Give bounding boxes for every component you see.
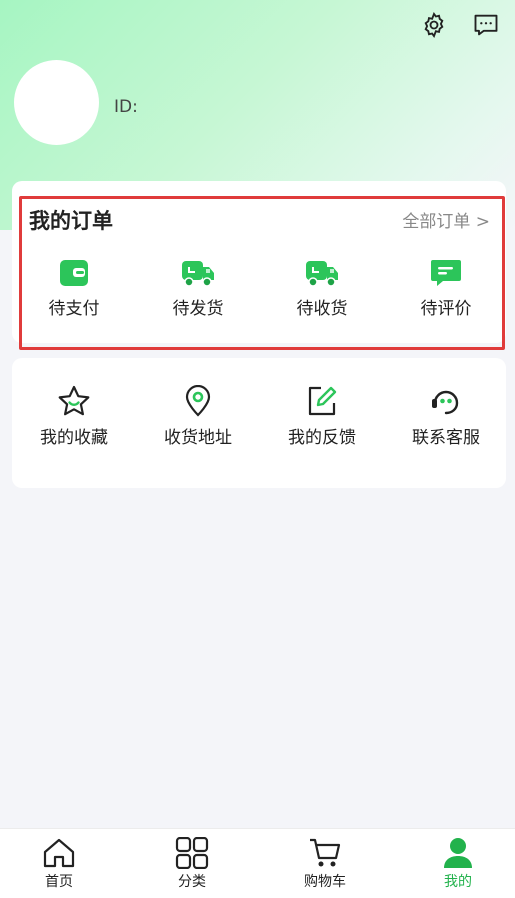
order-item-label: 待支付 [48,299,100,319]
service-item-label: 我的反馈 [288,428,356,448]
service-customer-support[interactable]: 联系客服 [391,385,501,448]
service-item-label: 收货地址 [164,428,232,448]
home-icon [43,838,75,868]
edit-icon [308,386,337,416]
grid-icon [175,837,209,869]
person-icon [444,838,472,868]
tab-label: 购物车 [304,874,346,890]
order-item-label: 待评价 [420,299,472,319]
order-item-label: 待发货 [172,299,224,319]
service-item-label: 我的收藏 [40,428,108,448]
cart-icon [310,838,341,867]
wallet-icon [60,260,88,286]
profile-page: ID: 我的订单 全部订单 > 待支付 待发货 待收货 待评价 我的收藏 收货地… [0,0,515,898]
tab-label: 分类 [178,874,206,890]
comment-icon [431,260,461,286]
order-pending-payment[interactable]: 待支付 [19,258,129,319]
tab-cart[interactable]: 购物车 [280,837,370,891]
avatar[interactable] [14,60,99,145]
settings-button[interactable] [419,10,449,40]
all-orders-link[interactable]: 全部订单 > [402,207,490,232]
order-pending-receipt[interactable]: 待收货 [267,258,377,319]
order-item-label: 待收货 [296,299,348,319]
truck-icon [306,261,338,287]
tab-label: 首页 [45,874,73,890]
tab-home[interactable]: 首页 [14,837,104,891]
bottom-tab-bar: 首页 分类 购物车 我的 [0,828,515,898]
service-favorites[interactable]: 我的收藏 [19,385,129,448]
user-id-label: ID: [114,97,138,117]
headset-icon [432,390,459,415]
truck-icon [182,261,214,287]
star-icon [58,385,90,416]
tab-profile[interactable]: 我的 [413,837,503,891]
message-icon [474,14,498,36]
gear-icon [424,11,444,39]
location-pin-icon [185,385,211,417]
order-pending-shipment[interactable]: 待发货 [143,258,253,319]
orders-title: 我的订单 [29,209,113,233]
service-item-label: 联系客服 [412,428,480,448]
order-pending-review[interactable]: 待评价 [391,258,501,319]
service-address[interactable]: 收货地址 [143,385,253,448]
service-feedback[interactable]: 我的反馈 [267,385,377,448]
tab-category[interactable]: 分类 [147,837,237,891]
messages-button[interactable] [471,10,501,40]
tab-label: 我的 [444,874,472,890]
